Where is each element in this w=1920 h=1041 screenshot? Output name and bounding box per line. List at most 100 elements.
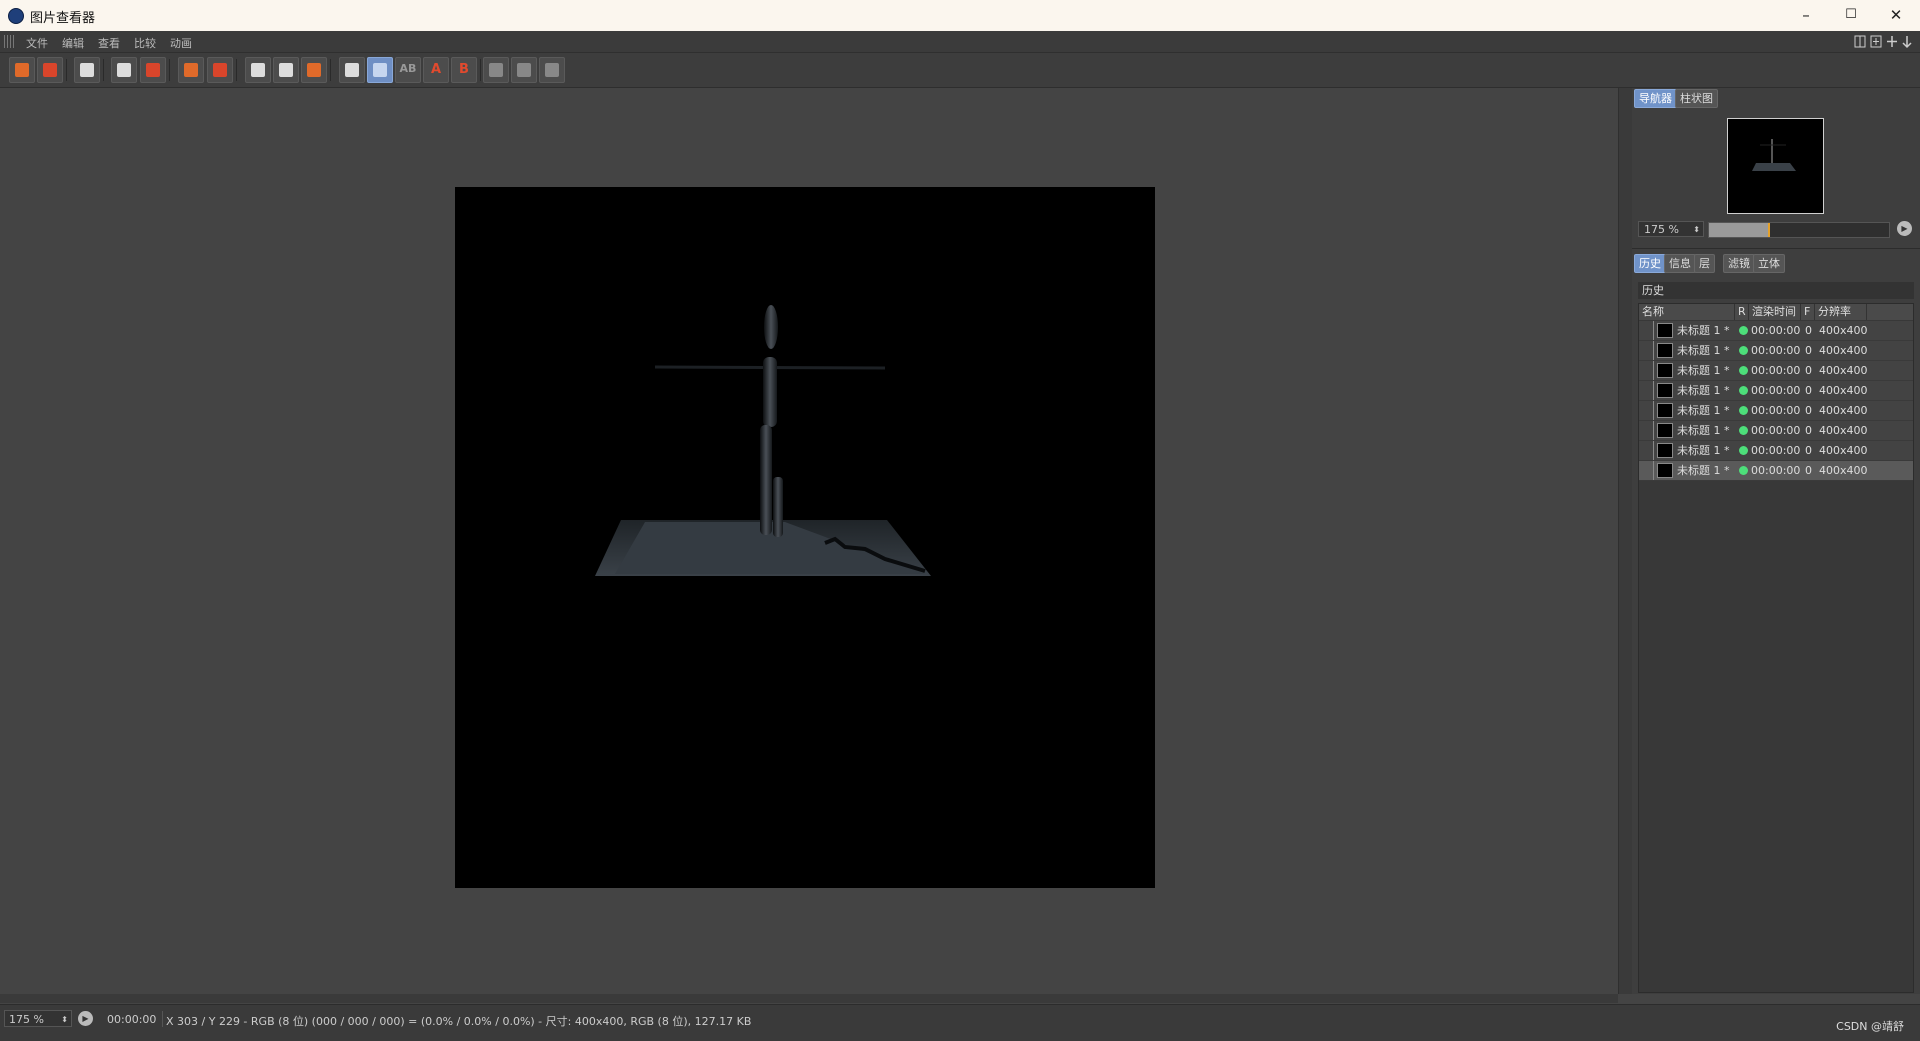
history-row[interactable]: 未标题 1 * 00:00:00 0 400x400 [1639,321,1913,341]
history-row[interactable]: 未标题 1 * 00:00:00 0 400x400 [1639,461,1913,481]
play-icon[interactable]: ▶ [78,1011,93,1026]
menu-compare[interactable]: 比较 [134,35,156,51]
render-status-icon [1739,366,1748,375]
tab-history[interactable]: 历史 [1634,254,1666,273]
col-f[interactable]: F [1801,304,1815,320]
history-thumbnail [1657,323,1673,338]
tab-layers[interactable]: 层 [1694,254,1715,273]
status-zoom-value: 175 % [9,1013,44,1026]
history-name: 未标题 1 * [1677,404,1730,417]
tree-line [1653,461,1654,480]
render-status-icon [1739,426,1748,435]
tab-histogram[interactable]: 柱状图 [1675,89,1718,108]
history-name: 未标题 1 * [1677,364,1730,377]
status-zoom-select[interactable]: 175 % ⬍ [4,1010,72,1027]
layers-icon[interactable] [207,57,233,83]
history-frames: 0 [1805,344,1812,357]
image-viewport[interactable] [0,88,1618,994]
a-icon[interactable]: A [423,57,449,83]
layout-icons[interactable] [1854,34,1914,49]
history-resolution: 400x400 [1819,404,1868,417]
title-bar: 图片查看器 – ☐ ✕ [0,0,1920,31]
ab-icon[interactable]: AB [395,57,421,83]
history-table[interactable]: 名称 R 渲染时间 F 分辨率 未标题 1 * 00:00:00 0 400x400 未… [1638,303,1914,993]
panel-divider [1632,248,1920,249]
history-frames: 0 [1805,404,1812,417]
history-time: 00:00:00 [1751,324,1801,337]
save-icon[interactable] [37,57,63,83]
tab-stereo[interactable]: 立体 [1753,254,1785,273]
history-row[interactable]: 未标题 1 * 00:00:00 0 400x400 [1639,421,1913,441]
history-frames: 0 [1805,444,1812,457]
navigator-thumbnail[interactable] [1727,118,1824,214]
render-status-icon [1739,386,1748,395]
history-row[interactable]: 未标题 1 * 00:00:00 0 400x400 [1639,341,1913,361]
navigator-preview [1752,139,1796,171]
history-table-header: 名称 R 渲染时间 F 分辨率 [1639,304,1913,320]
tab-filters[interactable]: 滤镜 [1723,254,1755,273]
history-row[interactable]: 未标题 1 * 00:00:00 0 400x400 [1639,401,1913,421]
menu-animation[interactable]: 动画 [170,35,192,51]
status-time: 00:00:00 [107,1013,157,1026]
navigator-zoom-slider[interactable] [1708,222,1890,238]
copy-to-icon[interactable] [178,57,204,83]
zoom-slider-thumb[interactable] [1768,223,1770,237]
tab-navigator[interactable]: 导航器 [1634,89,1677,108]
history-row[interactable]: 未标题 1 * 00:00:00 0 400x400 [1639,361,1913,381]
history-resolution: 400x400 [1819,444,1868,457]
b-icon[interactable]: B [451,57,477,83]
history-name: 未标题 1 * [1677,444,1730,457]
history-frames: 0 [1805,384,1812,397]
toolbar: AB A B [0,53,1920,88]
history-resolution: 400x400 [1819,464,1868,477]
grip-icon[interactable] [4,35,15,48]
window-a-icon[interactable] [245,57,271,83]
history-row[interactable]: 未标题 1 * 00:00:00 0 400x400 [1639,381,1913,401]
right-panel: 导航器 柱状图 175 % ⬍ ▶ 历史 信息 层 滤镜 立体 历史 名称 R … [1632,88,1920,994]
navigator-zoom-select[interactable]: 175 % ⬍ [1638,221,1704,237]
toolbar-separator [103,59,104,81]
view3-icon[interactable] [539,57,565,83]
grid-icon[interactable] [74,57,100,83]
compare-active-icon[interactable] [367,57,393,83]
play-icon[interactable]: ▶ [1897,221,1912,236]
maximize-button[interactable]: ☐ [1831,4,1871,26]
zoom-slider-fill [1709,223,1768,237]
render-image[interactable] [455,187,1155,888]
history-thumbnail [1657,403,1673,418]
window-c-icon[interactable] [301,57,327,83]
render-status-icon [1739,406,1748,415]
menu-edit[interactable]: 编辑 [62,35,84,51]
history-row[interactable]: 未标题 1 * 00:00:00 0 400x400 [1639,441,1913,461]
layout-tools[interactable] [1854,34,1914,49]
col-name[interactable]: 名称 [1639,304,1735,320]
open-icon[interactable] [9,57,35,83]
close-button[interactable]: ✕ [1876,4,1916,26]
tab-info[interactable]: 信息 [1664,254,1696,273]
col-resolution[interactable]: 分辨率 [1815,304,1867,320]
figure-torso [763,357,777,427]
history-name: 未标题 1 * [1677,384,1730,397]
view1-icon[interactable] [483,57,509,83]
col-r[interactable]: R [1735,304,1749,320]
updown-icon: ⬍ [61,1015,68,1024]
window-b-icon[interactable] [273,57,299,83]
history-time: 00:00:00 [1751,384,1801,397]
tree-line [1653,361,1654,380]
menu-file[interactable]: 文件 [26,35,48,51]
col-render-time[interactable]: 渲染时间 [1749,304,1801,320]
compare-ab-icon[interactable] [339,57,365,83]
horizontal-scrollbar[interactable] [0,994,1618,1003]
person-icon[interactable] [140,57,166,83]
history-time: 00:00:00 [1751,404,1801,417]
crosshair-icon[interactable] [111,57,137,83]
menu-bar: 文件 编辑 查看 比较 动画 [0,31,1920,53]
history-thumbnail [1657,463,1673,478]
panel-splitter[interactable] [1618,88,1633,994]
navigator-zoom-value: 175 % [1644,223,1679,236]
minimize-button[interactable]: – [1786,4,1826,26]
history-name: 未标题 1 * [1677,324,1730,337]
history-resolution: 400x400 [1819,324,1868,337]
menu-view[interactable]: 查看 [98,35,120,51]
view2-icon[interactable] [511,57,537,83]
